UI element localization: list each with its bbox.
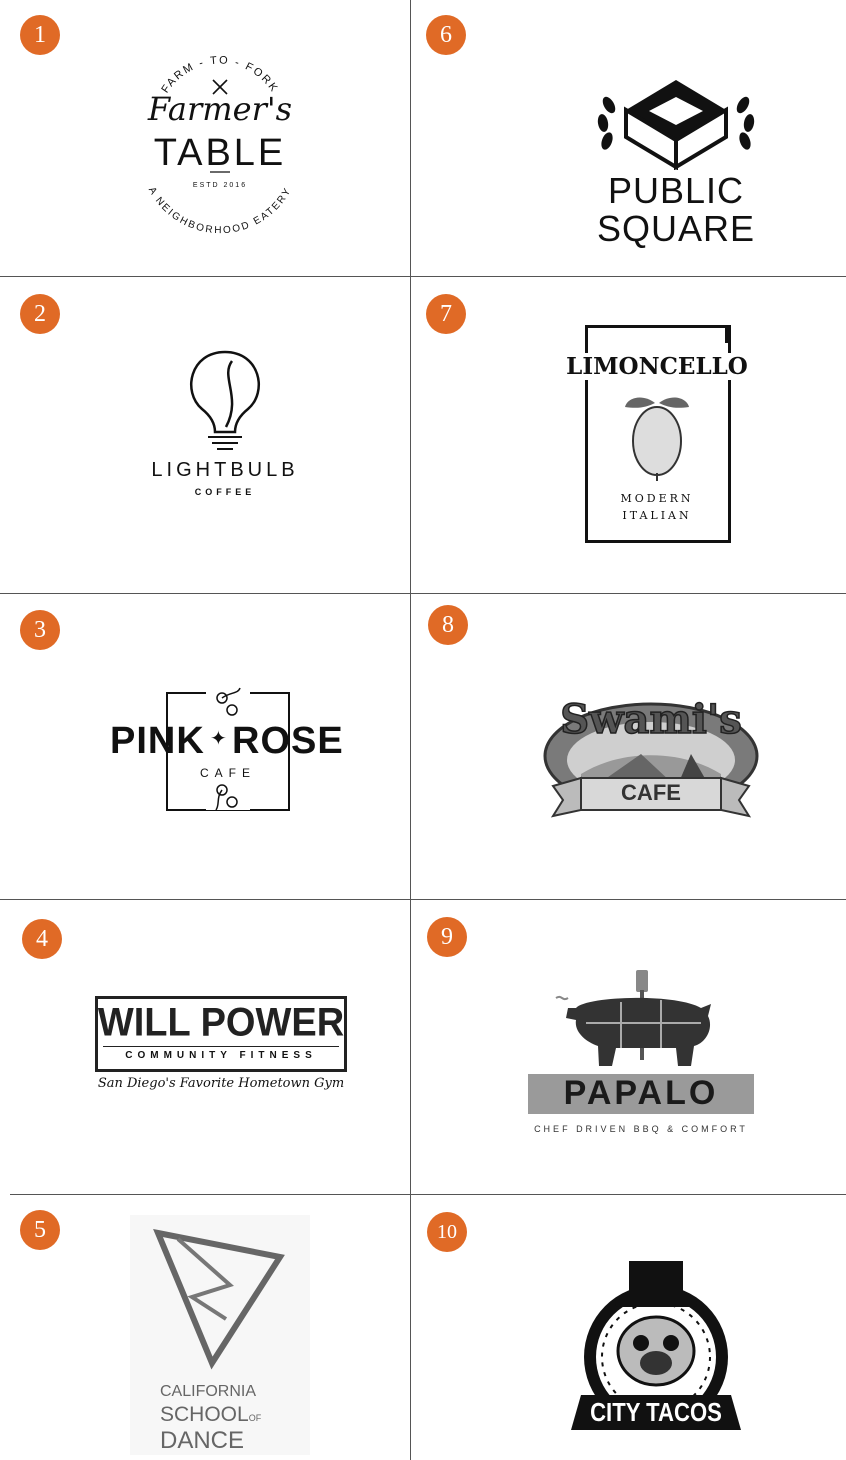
will-power-tagline: San Diego's Favorite Hometown Gym <box>97 1076 345 1091</box>
pig-spatula-icon <box>555 970 711 1066</box>
number-badge: 8 <box>428 605 468 645</box>
number-badge: 7 <box>426 294 466 334</box>
number-badge: 9 <box>427 917 467 957</box>
logo-cell-5: 5 CALIFORNIA SCHOOLOF DANCE <box>0 1195 410 1460</box>
logo-cell-9: 9 PAPALO CHEF DRIVEN BBQ & COMFORT <box>411 900 846 1194</box>
lemon-icon <box>625 397 689 481</box>
number-badge: 3 <box>20 610 60 650</box>
logo-cell-2: 2 LIGHTBULB COFFEE <box>0 277 410 593</box>
table-word: TABLE <box>153 132 287 174</box>
dance-word: DANCE <box>160 1427 245 1454</box>
triangle-emblem-icon <box>153 1228 285 1370</box>
coffee-word: COFFEE <box>194 487 256 497</box>
logo-cell-3: 3 PINK ✦ ROSE CAFE <box>0 594 410 899</box>
community-fitness-word: COMMUNITY FITNESS <box>125 1050 317 1061</box>
lightbulb-word: LIGHTBULB <box>151 459 299 481</box>
logo-cell-10: 10 CITY TACOS <box>411 1195 846 1460</box>
logo-cell-4: 4 WILL POWER COMMUNITY FITNESS San Diego… <box>0 900 410 1194</box>
limoncello-logo: LIMONCELLO MODERN ITALIAN <box>547 325 767 545</box>
public-word: PUBLIC <box>607 170 745 211</box>
cafe-word: CAFE <box>199 766 256 780</box>
number-badge: 5 <box>20 1210 60 1250</box>
logo-cell-6: 6 PUBLIC SQUARE <box>411 0 846 276</box>
number-badge: 10 <box>427 1212 467 1252</box>
limoncello-word: LIMONCELLO <box>547 353 767 380</box>
papalo-logo: PAPALO CHEF DRIVEN BBQ & COMFORT <box>526 968 756 1138</box>
logo-cell-1: 1 FARM - TO - FORK A NEIGHBORHOOD EATERY… <box>0 0 410 276</box>
estd-text: ESTD 2016 <box>192 182 248 189</box>
number-badge: 4 <box>22 919 62 959</box>
rose-word: ROSE <box>232 720 344 762</box>
box-laurel-icon <box>597 80 755 171</box>
swamis-word: Swami's <box>559 695 742 744</box>
city-tacos-logo: CITY TACOS <box>571 1245 741 1450</box>
farmers-script: Farmer's <box>147 90 293 128</box>
california-dance-logo: CALIFORNIA SCHOOLOF DANCE <box>130 1215 310 1455</box>
pink-rose-logo: PINK ✦ ROSE CAFE <box>110 684 345 814</box>
svg-text:A NEIGHBORHOOD EATERY: A NEIGHBORHOOD EATERY <box>146 185 294 236</box>
california-word: CALIFORNIA <box>160 1383 257 1400</box>
logo-cell-7: 7 LIMONCELLO MODERN ITALIAN <box>411 277 846 593</box>
swamis-logo: Swami's CAFE <box>541 694 761 824</box>
will-power-logo: WILL POWER COMMUNITY FITNESS San Diego's… <box>95 996 347 1096</box>
logo-cell-8: 8 Swami's CAFE <box>411 594 846 899</box>
city-tacos-word: CITY TACOS <box>590 1397 722 1427</box>
pink-word: PINK <box>110 720 205 762</box>
school-word: SCHOOLOF <box>160 1403 261 1427</box>
of-text: OF <box>248 1413 262 1423</box>
lightbulb-logo: LIGHTBULB COFFEE <box>120 347 330 507</box>
papalo-word: PAPALO <box>563 1074 719 1112</box>
modern-word: MODERN <box>620 492 694 505</box>
star-icon: ✦ <box>210 728 227 750</box>
farmers-table-logo: FARM - TO - FORK A NEIGHBORHOOD EATERY F… <box>120 40 320 240</box>
square-word: SQUARE <box>596 208 756 249</box>
papalo-tagline: CHEF DRIVEN BBQ & COMFORT <box>534 1124 748 1134</box>
number-badge: 6 <box>426 15 466 55</box>
number-badge: 2 <box>20 294 60 334</box>
school-text: SCHOOL <box>160 1403 249 1426</box>
swamis-cafe-word: CAFE <box>621 780 681 805</box>
public-square-logo: PUBLIC SQUARE <box>591 75 761 255</box>
italian-word: ITALIAN <box>622 509 692 522</box>
number-badge: 1 <box>20 15 60 55</box>
will-power-word: WILL POWER <box>97 1000 345 1046</box>
lightbulb-icon <box>189 350 261 450</box>
arc-bottom-text: A NEIGHBORHOOD EATERY <box>146 185 292 236</box>
